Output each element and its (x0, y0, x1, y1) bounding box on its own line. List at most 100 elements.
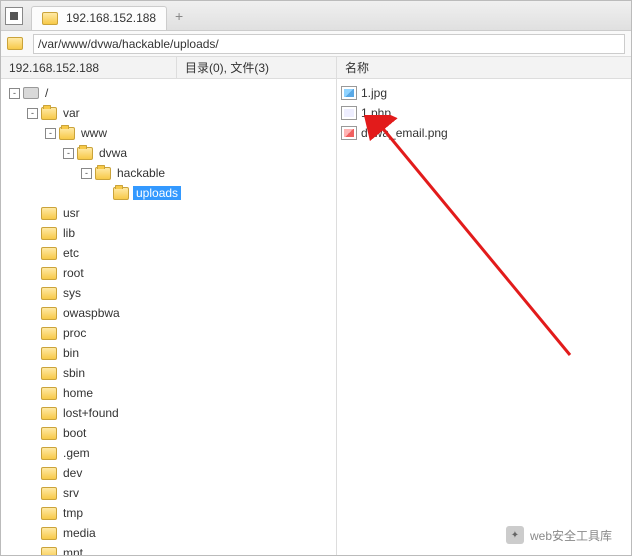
file-name: 1.jpg (361, 86, 387, 100)
folder-icon (41, 527, 57, 540)
new-tab-button[interactable]: + (169, 8, 189, 24)
folder-icon (41, 227, 57, 240)
name-column-header[interactable]: 名称 (337, 57, 377, 78)
address-bar: /var/www/dvwa/hackable/uploads/ (1, 31, 631, 57)
disk-icon (23, 87, 39, 99)
tree-item[interactable]: proc (1, 323, 336, 343)
tree-label: var (61, 106, 82, 120)
app-icon[interactable] (5, 7, 23, 25)
file-icon (341, 86, 357, 100)
tree-item[interactable]: srv (1, 483, 336, 503)
tree-item[interactable]: .gem (1, 443, 336, 463)
expand-toggle (27, 428, 38, 439)
tree-label: home (61, 386, 95, 400)
file-row[interactable]: 1.jpg (337, 83, 631, 103)
expand-toggle (27, 248, 38, 259)
expand-toggle (27, 368, 38, 379)
tab-bar: 192.168.152.188 + (1, 1, 631, 31)
expand-toggle (27, 288, 38, 299)
expand-toggle[interactable]: - (63, 148, 74, 159)
folder-icon (41, 407, 57, 420)
tree-label: hackable (115, 166, 167, 180)
tree-label: root (61, 266, 86, 280)
file-row[interactable]: 1.php (337, 103, 631, 123)
expand-toggle (27, 468, 38, 479)
tree-item[interactable]: owaspbwa (1, 303, 336, 323)
folder-icon (41, 367, 57, 380)
tree-label: dvwa (97, 146, 129, 160)
expand-toggle (99, 188, 110, 199)
file-icon (341, 106, 357, 120)
tree-item[interactable]: lib (1, 223, 336, 243)
tree-item[interactable]: - var (1, 103, 336, 123)
folder-icon (41, 387, 57, 400)
tree-item[interactable]: sys (1, 283, 336, 303)
expand-toggle (27, 328, 38, 339)
folder-icon (41, 107, 57, 120)
tree-label: proc (61, 326, 88, 340)
expand-toggle[interactable]: - (9, 88, 20, 99)
tree-root[interactable]: -/ (1, 83, 336, 103)
folder-icon (41, 267, 57, 280)
tree-item[interactable]: - hackable (1, 163, 336, 183)
tree-item[interactable]: boot (1, 423, 336, 443)
expand-toggle[interactable]: - (45, 128, 56, 139)
tree-item[interactable]: uploads (1, 183, 336, 203)
folder-icon (41, 467, 57, 480)
folder-icon (41, 447, 57, 460)
tree-item[interactable]: media (1, 523, 336, 543)
tree-item[interactable]: sbin (1, 363, 336, 383)
tree-label: sys (61, 286, 83, 300)
tree-item[interactable]: bin (1, 343, 336, 363)
watermark-text: web安全工具库 (530, 527, 612, 544)
tree-item[interactable]: dev (1, 463, 336, 483)
tree-label: etc (61, 246, 81, 260)
expand-toggle (27, 268, 38, 279)
tree-label: owaspbwa (61, 306, 122, 320)
expand-toggle[interactable]: - (81, 168, 92, 179)
tree-item[interactable]: tmp (1, 503, 336, 523)
folder-icon (41, 547, 57, 556)
ip-cell[interactable]: 192.168.152.188 (1, 57, 177, 78)
tree-item[interactable]: root (1, 263, 336, 283)
file-row[interactable]: dvwa_email.png (337, 123, 631, 143)
expand-toggle (27, 508, 38, 519)
tree-label: lost+found (61, 406, 121, 420)
folder-icon (77, 147, 93, 160)
folder-icon (41, 207, 57, 220)
tree-label: media (61, 526, 98, 540)
wechat-icon: ✦ (506, 526, 524, 544)
tree-item[interactable]: mnt (1, 543, 336, 555)
file-name: dvwa_email.png (361, 126, 448, 140)
counts-cell: 目录(0), 文件(3) (177, 57, 337, 78)
column-header-bar: 192.168.152.188 目录(0), 文件(3) 名称 (1, 57, 631, 79)
expand-toggle (27, 208, 38, 219)
folder-icon (7, 37, 23, 50)
tree-item[interactable]: usr (1, 203, 336, 223)
tree-label: usr (61, 206, 82, 220)
folder-icon (59, 127, 75, 140)
tree-label: tmp (61, 506, 85, 520)
tree-item[interactable]: home (1, 383, 336, 403)
folder-icon (41, 507, 57, 520)
tree-label: boot (61, 426, 88, 440)
directory-tree[interactable]: -/-var-www-dvwa-hackableuploadsusrlibetc… (1, 79, 337, 555)
file-manager-window: 192.168.152.188 + /var/www/dvwa/hackable… (0, 0, 632, 556)
folder-icon (41, 487, 57, 500)
tree-item[interactable]: lost+found (1, 403, 336, 423)
tree-label: mnt (61, 546, 85, 555)
folder-icon (95, 167, 111, 180)
tab-active[interactable]: 192.168.152.188 (31, 6, 167, 30)
file-list[interactable]: 1.jpg 1.php dvwa_email.png (337, 79, 631, 555)
tree-item[interactable]: etc (1, 243, 336, 263)
tree-label: bin (61, 346, 81, 360)
expand-toggle (27, 548, 38, 556)
tree-item[interactable]: - dvwa (1, 143, 336, 163)
tree-item[interactable]: -www (1, 123, 336, 143)
path-input[interactable]: /var/www/dvwa/hackable/uploads/ (33, 34, 625, 54)
folder-icon (41, 247, 57, 260)
expand-toggle[interactable]: - (27, 108, 38, 119)
folder-icon (113, 187, 129, 200)
expand-toggle (27, 228, 38, 239)
tree-label: uploads (133, 186, 181, 200)
